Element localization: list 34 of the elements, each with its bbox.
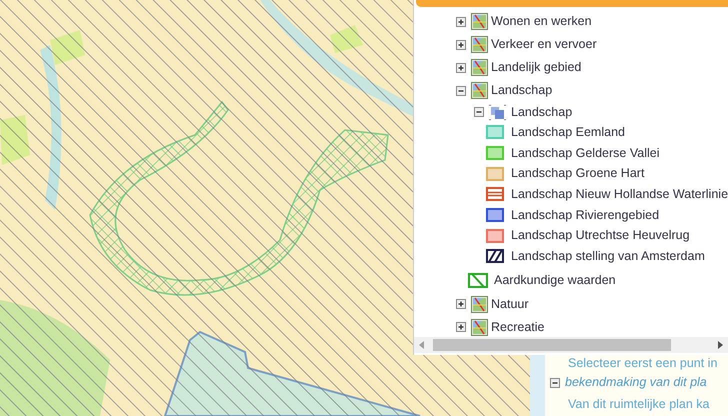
layer-label[interactable]: Landschap <box>511 102 572 122</box>
map-layer-icon <box>471 36 488 53</box>
legend-label: Landschap Eemland <box>511 124 625 141</box>
horizontal-scrollbar[interactable] <box>414 337 728 353</box>
expand-icon[interactable] <box>456 40 466 50</box>
scrollbar-thumb[interactable] <box>433 339 671 351</box>
map-layer-icon <box>471 318 488 336</box>
map-layer-icon <box>471 82 488 99</box>
layer-label[interactable]: Natuur <box>491 294 529 314</box>
layer-label[interactable]: Landelijk gebied <box>491 58 582 77</box>
expand-icon[interactable] <box>456 322 466 332</box>
collapse-icon[interactable] <box>550 378 560 388</box>
layer-label[interactable]: Wonen en werken <box>491 12 592 31</box>
info-text: Van dit ruimtelijke plan ka <box>568 396 711 413</box>
expand-icon[interactable] <box>456 16 466 26</box>
layer-label[interactable]: Verkeer en vervoer <box>491 35 597 54</box>
layer-label[interactable]: Landschap <box>491 81 552 100</box>
hint-text: Selecteer eerst een punt in <box>568 356 718 370</box>
map-layer-icon <box>471 13 488 30</box>
layer-group-icon <box>489 104 506 120</box>
legend-label: Landschap Utrechtse Heuvelrug <box>511 227 690 244</box>
map-layer-icon <box>471 59 488 76</box>
map-layer-icon <box>471 296 488 313</box>
legend-label: Landschap Gelderse Vallei <box>511 144 660 162</box>
legend-label: Landschap Groene Hart <box>511 165 644 182</box>
collapse-icon[interactable] <box>456 86 466 96</box>
collapse-icon[interactable] <box>474 107 484 117</box>
legend-label: Landschap Nieuw Hollandse Waterlinie <box>511 186 728 204</box>
expand-icon[interactable] <box>456 299 466 310</box>
legend-label: Landschap stelling van Amsterdam <box>511 248 705 266</box>
legend-label: Aardkundige waarden <box>494 272 616 290</box>
expand-icon[interactable] <box>456 62 466 72</box>
layer-label[interactable]: Recreatie <box>491 318 544 337</box>
legend-label: Landschap Rivierengebied <box>511 206 660 224</box>
